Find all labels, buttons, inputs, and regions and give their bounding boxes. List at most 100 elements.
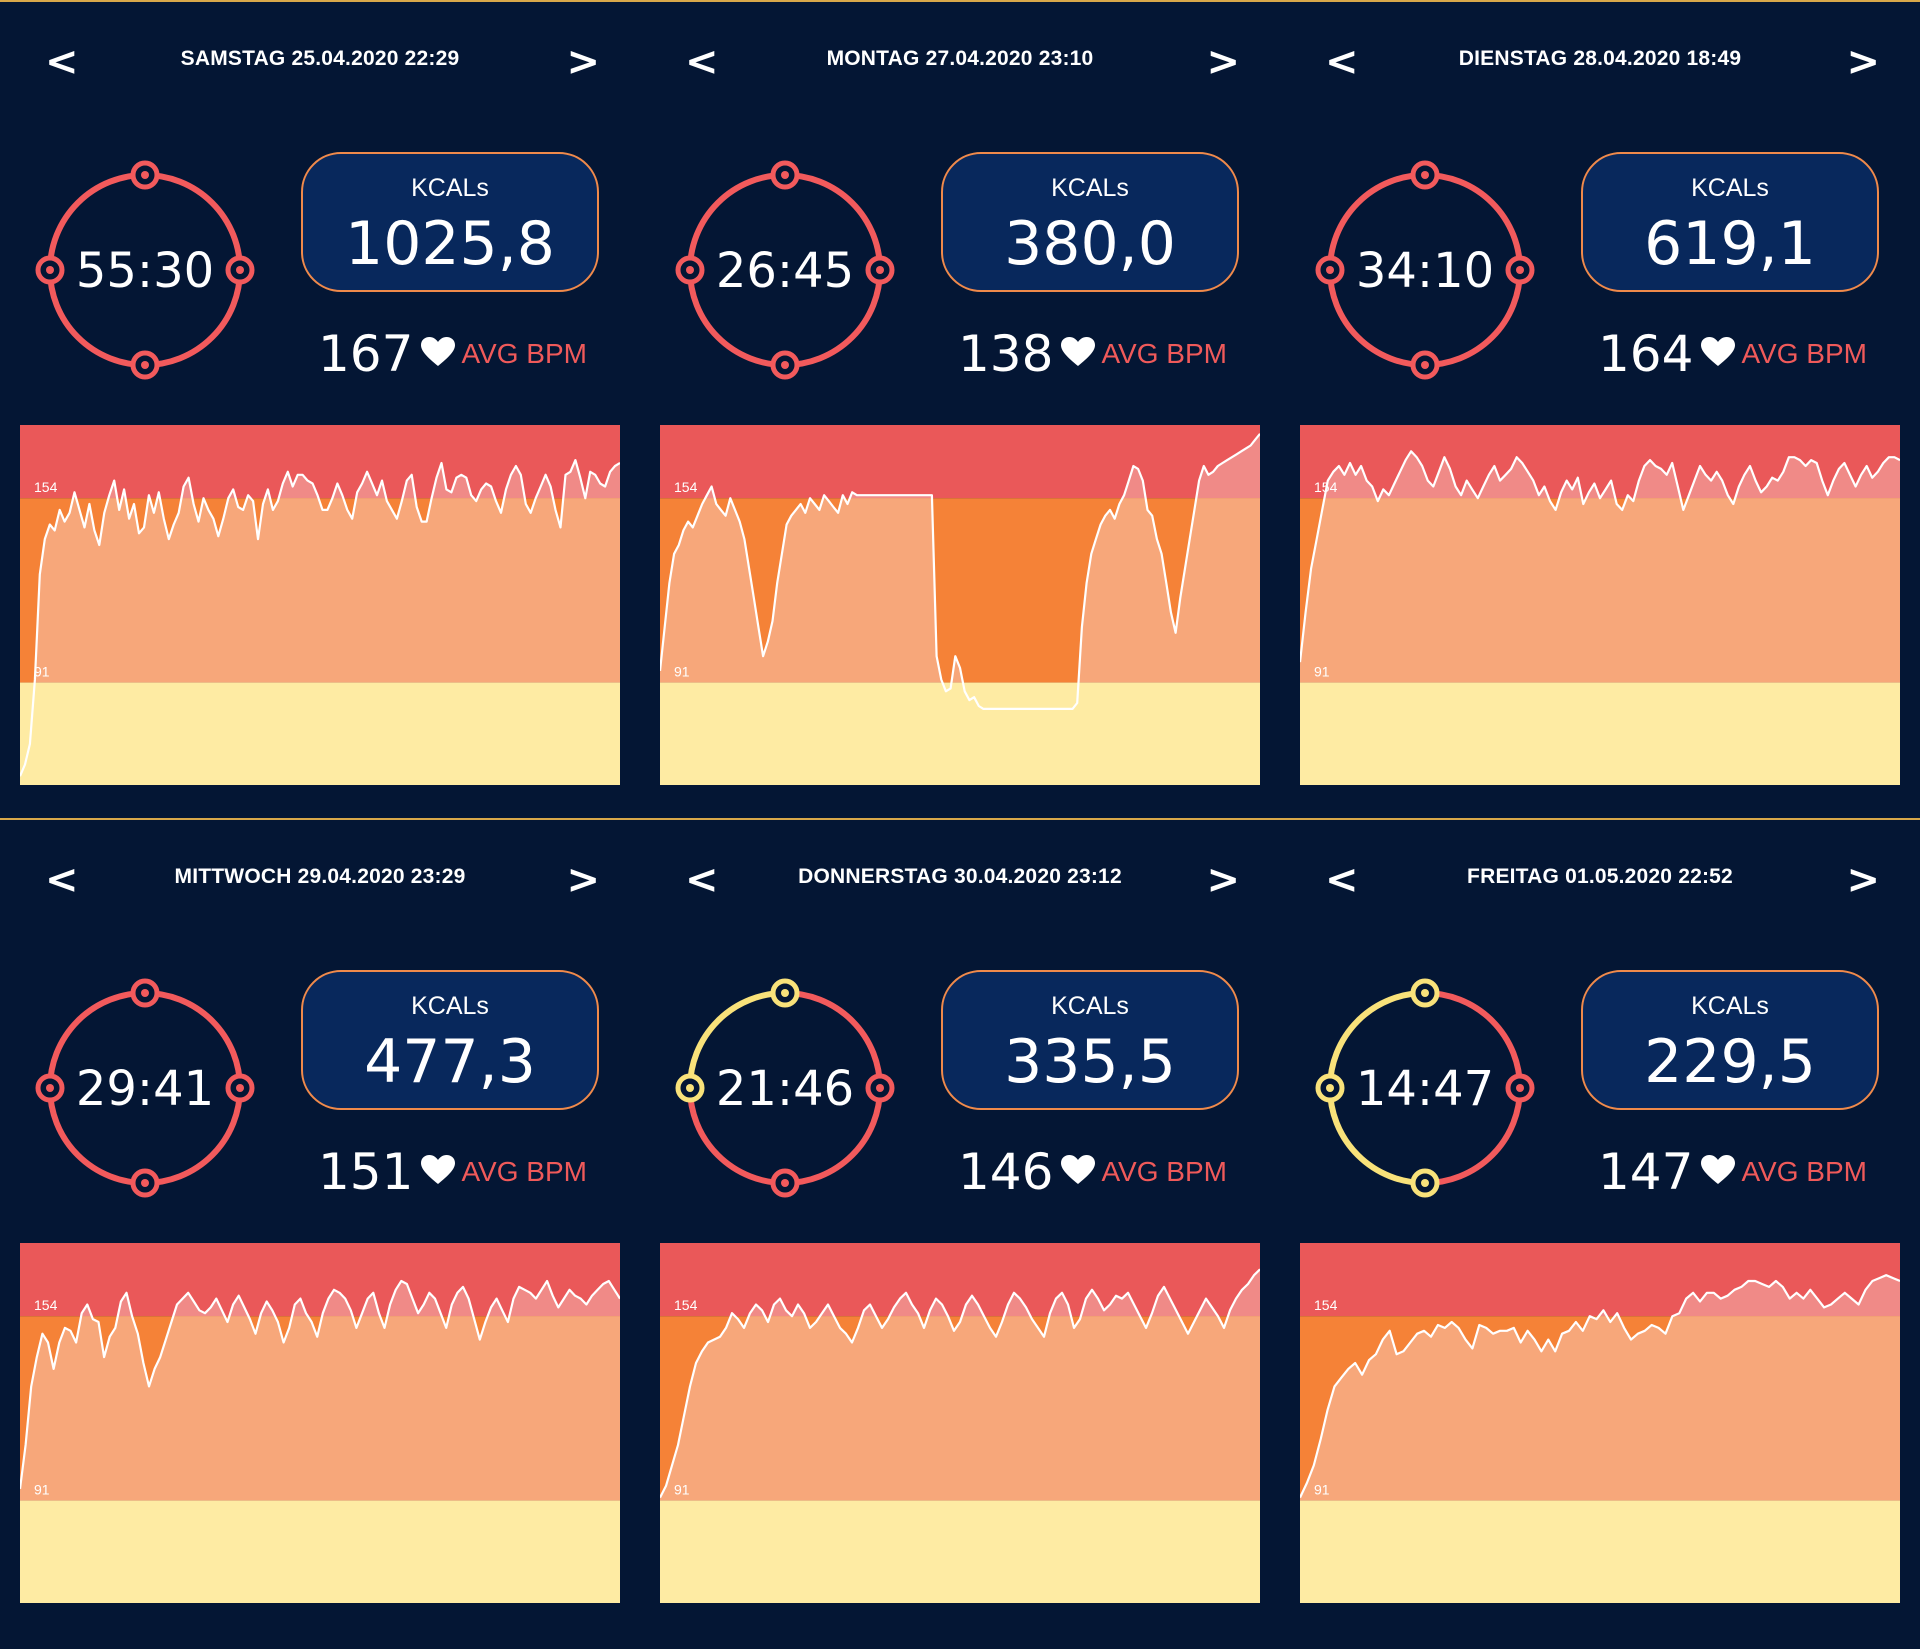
avg-bpm-row: 146 AVG BPM (958, 1143, 1227, 1203)
workout-date-title: DONNERSTAG 30.04.2020 23:12 (798, 865, 1122, 888)
y-tick-label: 91 (1314, 1482, 1330, 1498)
heart-rate-chart: 154 91 (660, 425, 1260, 785)
workout-duration: 21:46 (715, 1061, 855, 1117)
prev-workout-button[interactable]: < (45, 40, 79, 84)
ring-knob-top-dot (781, 171, 789, 179)
avg-bpm-label: AVG BPM (1741, 338, 1867, 369)
next-workout-button[interactable]: > (1846, 858, 1880, 902)
workout-date-title: FREITAG 01.05.2020 22:52 (1467, 865, 1733, 888)
zone-low-band (1300, 682, 1900, 785)
avg-bpm-row: 138 AVG BPM (958, 325, 1227, 385)
avg-bpm-value: 147 (1598, 1143, 1694, 1201)
ring-knob-bottom-dot (1421, 1179, 1429, 1187)
zone-low-band (660, 682, 1260, 785)
ring-knob-top-dot (781, 989, 789, 997)
zone-low-band (20, 1500, 620, 1603)
heart-icon (1701, 336, 1736, 372)
y-tick-label: 154 (1314, 1297, 1338, 1313)
prev-workout-button[interactable]: < (685, 40, 719, 84)
ring-knob-top-dot (1421, 989, 1429, 997)
y-tick-label: 91 (34, 664, 50, 680)
avg-bpm-value: 151 (318, 1143, 414, 1201)
zone-low-band (1300, 1500, 1900, 1603)
workout-duration: 14:47 (1355, 1061, 1495, 1117)
kcal-value: 619,1 (1644, 209, 1816, 279)
y-tick-label: 91 (674, 664, 690, 680)
heart-icon (421, 1154, 456, 1190)
workout-duration: 26:45 (715, 243, 855, 299)
zone-high-band (20, 425, 620, 499)
avg-bpm-label: AVG BPM (1741, 1156, 1867, 1187)
next-workout-button[interactable]: > (566, 858, 600, 902)
kcal-card: KCALs 380,0 (941, 152, 1239, 292)
prev-workout-button[interactable]: < (45, 858, 79, 902)
avg-bpm-row: 147 AVG BPM (1598, 1143, 1867, 1203)
ring-knob-top-dot (141, 989, 149, 997)
workout-panel: < SAMSTAG 25.04.2020 22:29 > 55:30 KCALs… (0, 0, 640, 818)
next-workout-button[interactable]: > (1206, 40, 1240, 84)
kcal-label: KCALs (411, 174, 489, 202)
workout-duration: 55:30 (75, 243, 215, 299)
workout-date-title: MITTWOCH 29.04.2020 23:29 (174, 865, 466, 888)
avg-bpm-label: AVG BPM (1101, 1156, 1227, 1187)
y-tick-label: 91 (674, 1482, 690, 1498)
next-workout-button[interactable]: > (1846, 40, 1880, 84)
ring-knob-bottom-dot (141, 1179, 149, 1187)
avg-bpm-label: AVG BPM (461, 1156, 587, 1187)
y-tick-label: 154 (34, 479, 58, 495)
prev-workout-button[interactable]: < (1325, 858, 1359, 902)
ring-knob-top-dot (141, 171, 149, 179)
avg-bpm-row: 164 AVG BPM (1598, 325, 1867, 385)
y-tick-label: 91 (34, 1482, 50, 1498)
next-workout-button[interactable]: > (566, 40, 600, 84)
workout-date-title: MONTAG 27.04.2020 23:10 (826, 47, 1094, 70)
kcal-value: 477,3 (364, 1027, 536, 1097)
next-workout-button[interactable]: > (1206, 858, 1240, 902)
prev-workout-button[interactable]: < (685, 858, 719, 902)
kcal-card: KCALs 477,3 (301, 970, 599, 1110)
workout-panel: < FREITAG 01.05.2020 22:52 > 14:47 KCALs… (1280, 818, 1920, 1636)
heart-rate-chart: 154 91 (660, 1243, 1260, 1603)
zone-high-band (660, 425, 1260, 499)
prev-workout-button[interactable]: < (1325, 40, 1359, 84)
heart-icon (1701, 1154, 1736, 1190)
avg-bpm-label: AVG BPM (1101, 338, 1227, 369)
zone-low-band (660, 1500, 1260, 1603)
kcal-card: KCALs 335,5 (941, 970, 1239, 1110)
heart-rate-chart: 154 91 (20, 425, 620, 785)
avg-bpm-value: 138 (958, 325, 1054, 383)
workout-duration: 34:10 (1355, 243, 1495, 299)
ring-knob-bottom-dot (781, 361, 789, 369)
heart-icon (1061, 336, 1096, 372)
y-tick-label: 154 (674, 1297, 698, 1313)
workout-duration: 29:41 (75, 1061, 215, 1117)
avg-bpm-row: 167 AVG BPM (318, 325, 587, 385)
workout-date-title: SAMSTAG 25.04.2020 22:29 (180, 47, 460, 70)
heart-icon (1061, 1154, 1096, 1190)
avg-bpm-label: AVG BPM (461, 338, 587, 369)
kcal-label: KCALs (411, 992, 489, 1020)
y-tick-label: 154 (34, 1297, 58, 1313)
kcal-label: KCALs (1691, 174, 1769, 202)
kcal-value: 380,0 (1004, 209, 1176, 279)
kcal-value: 335,5 (1004, 1027, 1176, 1097)
heart-rate-chart: 154 91 (20, 1243, 620, 1603)
heart-rate-chart: 154 91 (1300, 1243, 1900, 1603)
kcal-card: KCALs 619,1 (1581, 152, 1879, 292)
heart-icon (421, 336, 456, 372)
kcal-label: KCALs (1691, 992, 1769, 1020)
workout-panel: < MITTWOCH 29.04.2020 23:29 > 29:41 KCAL… (0, 818, 640, 1636)
kcal-label: KCALs (1051, 174, 1129, 202)
kcal-label: KCALs (1051, 992, 1129, 1020)
ring-knob-bottom-dot (781, 1179, 789, 1187)
ring-knob-bottom-dot (141, 361, 149, 369)
ring-knob-bottom-dot (1421, 361, 1429, 369)
ring-knob-top-dot (1421, 171, 1429, 179)
workout-panel: < DONNERSTAG 30.04.2020 23:12 > 21:46 KC… (640, 818, 1280, 1636)
y-tick-label: 154 (674, 479, 698, 495)
heart-rate-chart: 154 91 (1300, 425, 1900, 785)
zone-low-band (20, 682, 620, 785)
y-tick-label: 91 (1314, 664, 1330, 680)
avg-bpm-value: 146 (958, 1143, 1054, 1201)
avg-bpm-value: 167 (318, 325, 414, 383)
